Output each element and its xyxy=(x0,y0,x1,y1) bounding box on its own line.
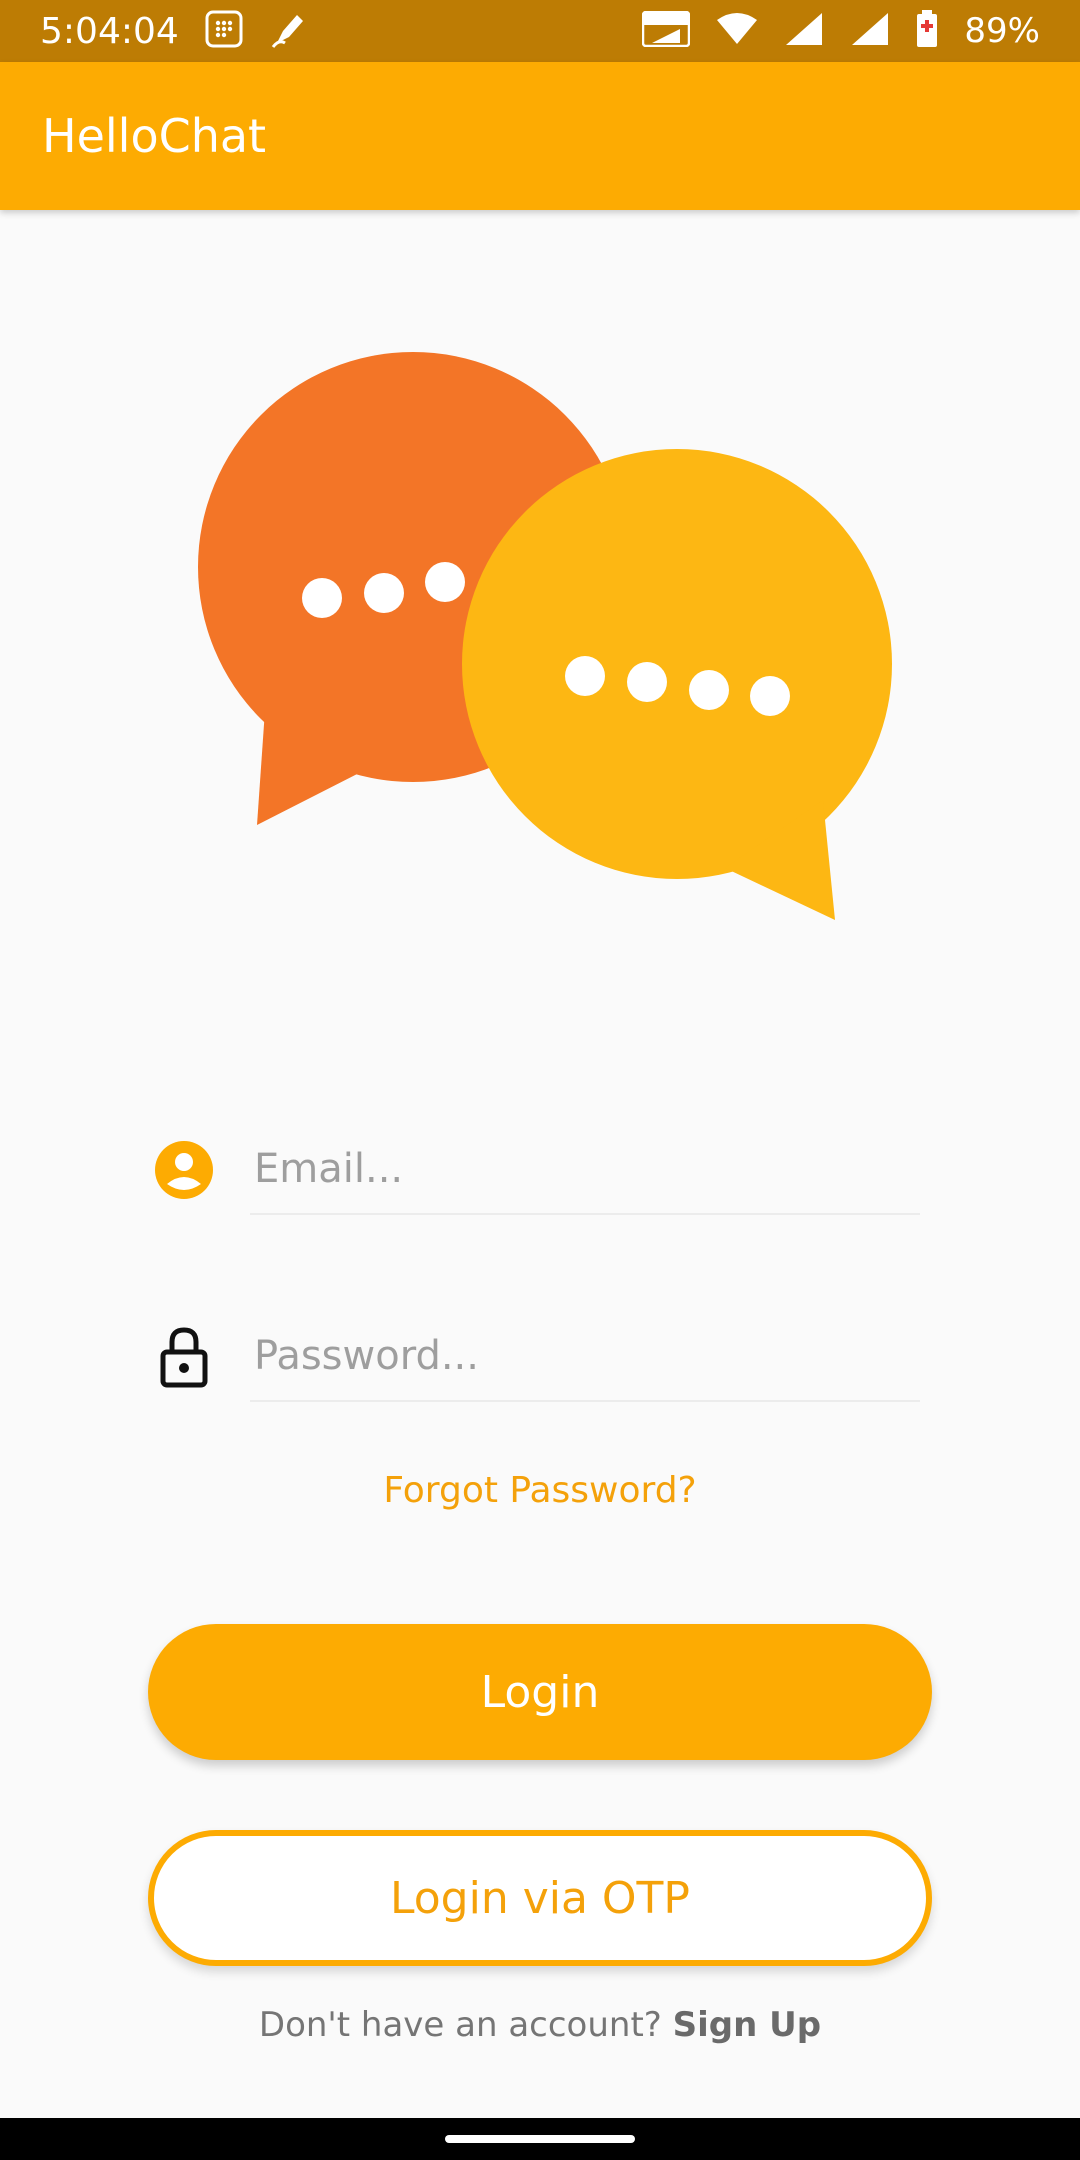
wifi-icon xyxy=(716,12,758,51)
login-button[interactable]: Login xyxy=(148,1624,932,1760)
navigation-bar xyxy=(0,2118,1080,2160)
battery-icon xyxy=(916,9,938,53)
login-via-otp-button[interactable]: Login via OTP xyxy=(148,1830,932,1966)
battery-percent: 89% xyxy=(964,11,1040,51)
email-input[interactable] xyxy=(250,1125,920,1215)
status-bar: 5:04:04 89% xyxy=(0,0,1080,62)
volte-icon xyxy=(642,10,691,52)
password-input[interactable] xyxy=(250,1312,920,1402)
lock-icon xyxy=(150,1323,218,1391)
app-bar: HelloChat xyxy=(0,62,1080,210)
app-title: HelloChat xyxy=(42,109,267,163)
chat-bubbles-logo xyxy=(195,350,895,930)
email-row xyxy=(150,1125,920,1215)
signup-row: Don't have an account? Sign Up xyxy=(0,2005,1080,2045)
home-gesture-handle[interactable] xyxy=(445,2135,635,2143)
status-time: 5:04:04 xyxy=(40,10,179,52)
signup-prompt: Don't have an account? xyxy=(258,2005,662,2045)
password-row xyxy=(150,1312,920,1402)
user-icon xyxy=(150,1136,218,1204)
calendar-app-icon xyxy=(205,10,243,53)
forgot-password-link[interactable]: Forgot Password? xyxy=(0,1470,1080,1511)
signal-icon xyxy=(850,11,890,52)
pen-app-icon xyxy=(269,9,309,54)
signup-link[interactable]: Sign Up xyxy=(673,2005,821,2045)
signal-icon xyxy=(784,11,824,52)
